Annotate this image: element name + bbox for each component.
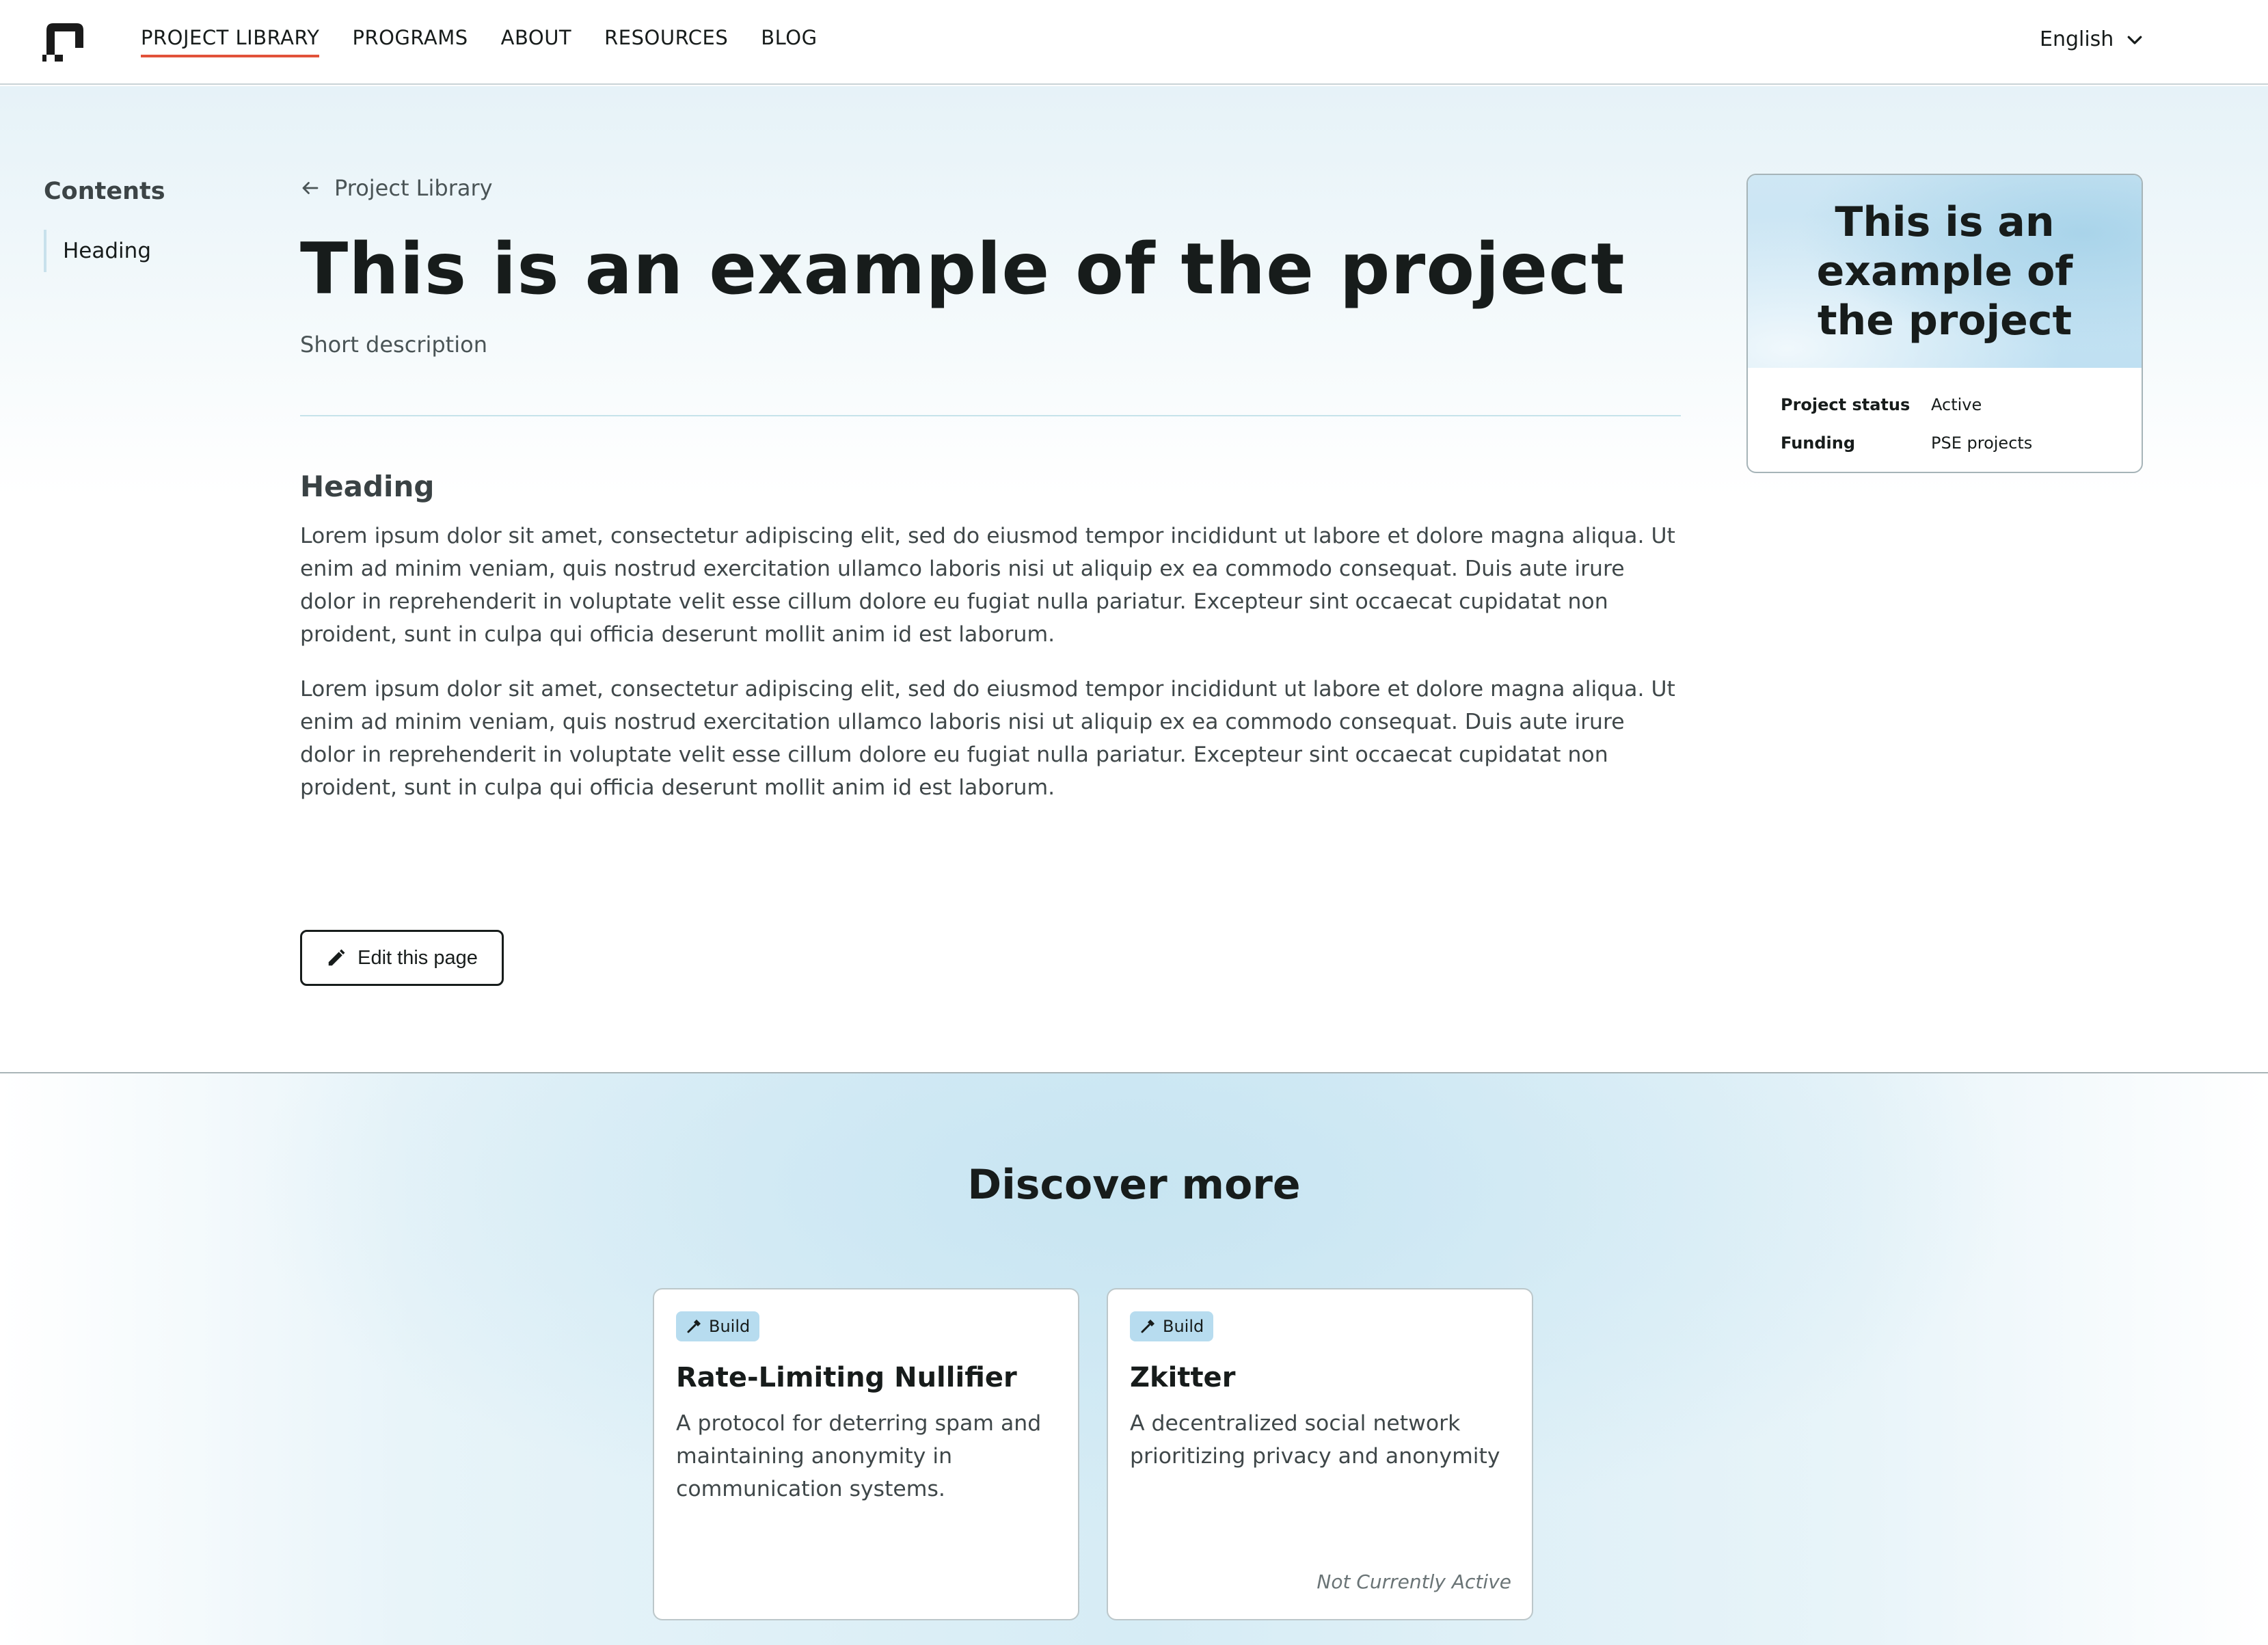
card-status: Not Currently Active <box>1317 1570 1511 1593</box>
meta-label: Project status <box>1781 395 1911 414</box>
table-of-contents: Contents Heading <box>44 178 262 272</box>
brand-logo-icon[interactable] <box>42 21 87 63</box>
nav-programs[interactable]: PROGRAMS <box>352 26 468 57</box>
project-card-rate-limiting-nullifier[interactable]: Build Rate-Limiting Nullifier A protocol… <box>653 1288 1079 1620</box>
toc-list: Heading <box>44 230 262 272</box>
card-description: A protocol for deterring spam and mainta… <box>676 1411 1042 1501</box>
arrow-left-icon <box>302 182 319 194</box>
body-paragraph: Lorem ipsum dolor sit amet, consectetur … <box>300 677 1675 801</box>
back-link-label: Project Library <box>334 175 493 201</box>
card-title: Rate-Limiting Nullifier <box>676 1362 1017 1393</box>
category-badge: Build <box>1130 1311 1214 1341</box>
pencil-icon <box>328 949 345 966</box>
back-to-library-link[interactable]: Project Library <box>300 175 1681 201</box>
meta-row-funding: Funding PSE projects <box>1781 424 2109 462</box>
nav-project-library[interactable]: PROJECT LIBRARY <box>141 26 320 57</box>
meta-label: Funding <box>1781 433 1856 453</box>
project-meta: Project status Active Funding PSE projec… <box>1748 368 2142 462</box>
badge-label: Build <box>709 1317 751 1336</box>
nav-blog[interactable]: BLOG <box>761 26 817 57</box>
hammer-icon <box>687 1320 701 1333</box>
page-title: This is an example of the project <box>300 228 1625 310</box>
project-page: Contents Heading Project Library This is… <box>0 86 2268 1072</box>
chevron-down-icon <box>2127 36 2142 44</box>
section-heading: Heading <box>300 470 435 504</box>
discover-more-section: Discover more Build Rate-Limiting Nullif… <box>0 1072 2268 1645</box>
main-nav: PROJECT LIBRARY PROGRAMS ABOUT RESOURCES… <box>141 26 818 57</box>
meta-value: Active <box>1931 395 1982 414</box>
nav-about[interactable]: ABOUT <box>501 26 572 57</box>
language-selector[interactable]: English <box>2040 27 2145 51</box>
language-label: English <box>2040 27 2114 51</box>
card-title: Zkitter <box>1130 1362 1236 1393</box>
meta-row-status: Project status Active <box>1781 386 2109 424</box>
nav-resources[interactable]: RESOURCES <box>604 26 728 57</box>
body-paragraph: Lorem ipsum dolor sit amet, consectetur … <box>300 524 1675 647</box>
meta-value: PSE projects <box>1931 433 2033 453</box>
badge-label: Build <box>1163 1317 1204 1336</box>
hammer-icon <box>1141 1320 1155 1333</box>
toc-title: Contents <box>44 178 165 205</box>
project-card-zkitter[interactable]: Build Zkitter A decentralized social net… <box>1107 1288 1533 1620</box>
short-description: Short description <box>300 332 487 358</box>
card-description: A decentralized social network prioritiz… <box>1130 1411 1500 1469</box>
toc-item-heading[interactable]: Heading <box>63 239 151 263</box>
project-summary-card: This is an example of the project Projec… <box>1746 174 2143 473</box>
discover-title: Discover more <box>967 1161 1301 1209</box>
project-content: Project Library This is an example of th… <box>300 175 1681 804</box>
top-navigation-bar: PROJECT LIBRARY PROGRAMS ABOUT RESOURCES… <box>0 0 2268 85</box>
edit-page-button[interactable]: Edit this page <box>300 930 504 986</box>
edit-page-label: Edit this page <box>357 946 478 969</box>
category-badge: Build <box>676 1311 760 1341</box>
content-divider <box>300 415 1681 417</box>
summary-card-title: This is an example of the project <box>1816 198 2073 345</box>
summary-card-hero: This is an example of the project <box>1748 175 2142 368</box>
